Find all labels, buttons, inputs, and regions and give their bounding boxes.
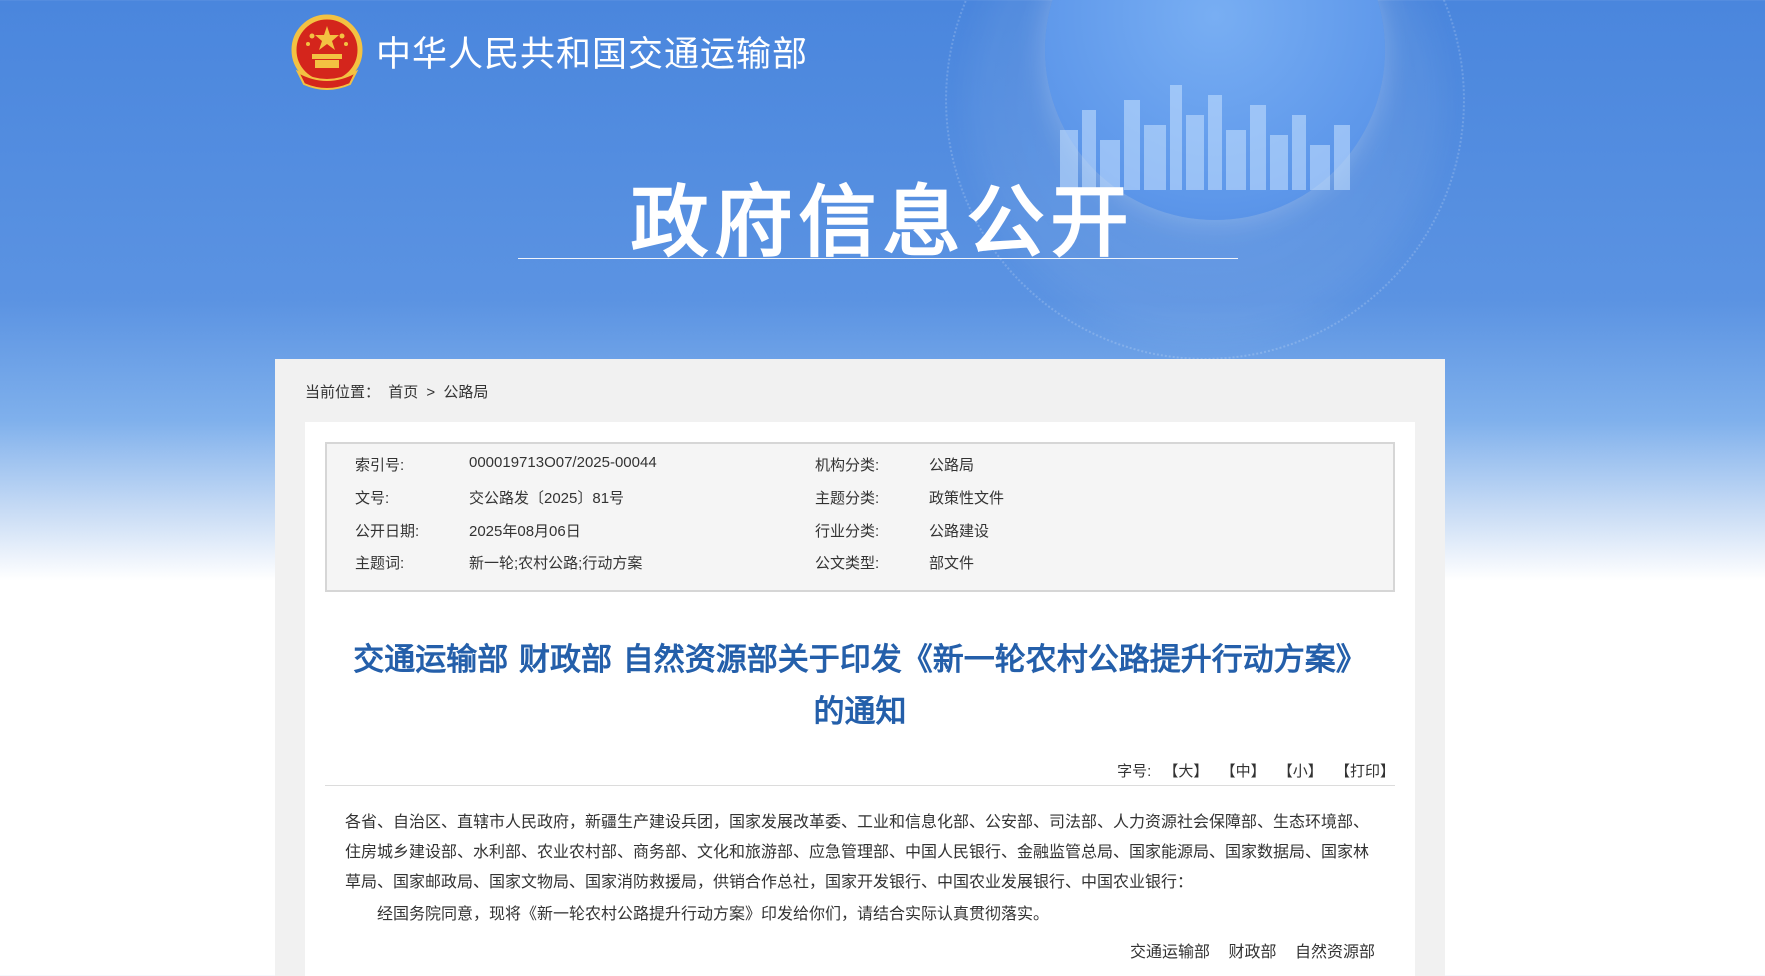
industry-value: 公路建设 [929, 523, 990, 540]
meta-row: 公开日期: 2025年08月06日 行业分类: 公路建设 [327, 510, 1393, 546]
industry-label: 行业分类: [815, 523, 880, 540]
main-panel: 当前位置： 首页 > 公路局 索引号: 000019713O07/2025-00… [275, 359, 1445, 976]
document-metadata-table: 索引号: 000019713O07/2025-00044 机构分类: 公路局 文… [325, 442, 1395, 592]
org-label: 机构分类: [815, 457, 880, 474]
topic-value: 政策性文件 [929, 490, 1005, 507]
breadcrumb-home-link[interactable]: 首页 [388, 384, 418, 401]
org-value: 公路局 [929, 457, 975, 474]
font-size-controls: 字号: 【大】 【中】 【小】 【打印】 [1117, 760, 1395, 781]
body-paragraph: 经国务院同意，现将《新一轮农村公路提升行动方案》印发给你们，请结合实际认真贯彻落… [377, 906, 1050, 923]
print-button[interactable]: 【打印】 [1335, 763, 1395, 780]
signer-natural-resources: 自然资源部 [1294, 944, 1375, 961]
index-label: 索引号: [355, 457, 405, 474]
breadcrumb-current-link[interactable]: 公路局 [443, 384, 488, 401]
document-title: 交通运输部 财政部 自然资源部关于印发《新一轮农村公路提升行动方案》 的通知 [305, 634, 1415, 738]
meta-row: 主题词: 新一轮;农村公路;行动方案 公文类型: 部文件 [327, 542, 1393, 578]
font-size-label: 字号: [1117, 763, 1152, 780]
breadcrumb-prefix: 当前位置： [305, 384, 381, 401]
doc-no-label: 文号: [355, 490, 390, 507]
signers: 交通运输部 财政部 自然资源部 [1116, 938, 1375, 962]
font-small-button[interactable]: 【小】 [1278, 763, 1323, 780]
signer-finance: 财政部 [1228, 944, 1277, 961]
document-title-line2: 的通知 [813, 694, 907, 730]
index-value: 000019713O07/2025-00044 [469, 454, 657, 471]
divider [325, 785, 1395, 786]
recipients-text: 各省、自治区、直辖市人民政府，新疆生产建设兵团，国家发展改革委、工业和信息化部、… [345, 814, 1370, 891]
type-label: 公文类型: [815, 555, 880, 572]
site-name[interactable]: 中华人民共和国交通运输部 [376, 26, 808, 77]
document-title-line1: 交通运输部 财政部 自然资源部关于印发《新一轮农村公路提升行动方案》 [353, 642, 1367, 678]
keywords-value: 新一轮;农村公路;行动方案 [469, 555, 643, 572]
meta-row: 文号: 交公路发〔2025〕81号 主题分类: 政策性文件 [327, 477, 1393, 513]
banner-underline [518, 258, 1238, 259]
keywords-label: 主题词: [355, 555, 405, 572]
type-value: 部文件 [929, 555, 975, 572]
date-value: 2025年08月06日 [469, 523, 581, 540]
font-medium-button[interactable]: 【中】 [1221, 763, 1266, 780]
banner-title: 政府信息公开 [630, 178, 1135, 268]
signer-transport: 交通运输部 [1130, 944, 1211, 961]
font-large-button[interactable]: 【大】 [1163, 763, 1208, 780]
article-content: 索引号: 000019713O07/2025-00044 机构分类: 公路局 文… [305, 422, 1415, 976]
header-banner: 中华人民共和国交通运输部 政府信息公开 [0, 0, 1765, 360]
topic-label: 主题分类: [815, 490, 880, 507]
national-emblem-icon[interactable] [290, 14, 364, 90]
breadcrumb: 当前位置： 首页 > 公路局 [305, 381, 492, 402]
breadcrumb-separator: > [426, 384, 436, 401]
date-label: 公开日期: [355, 523, 420, 540]
meta-row: 索引号: 000019713O07/2025-00044 机构分类: 公路局 [327, 444, 1393, 480]
doc-no-value: 交公路发〔2025〕81号 [469, 490, 625, 507]
